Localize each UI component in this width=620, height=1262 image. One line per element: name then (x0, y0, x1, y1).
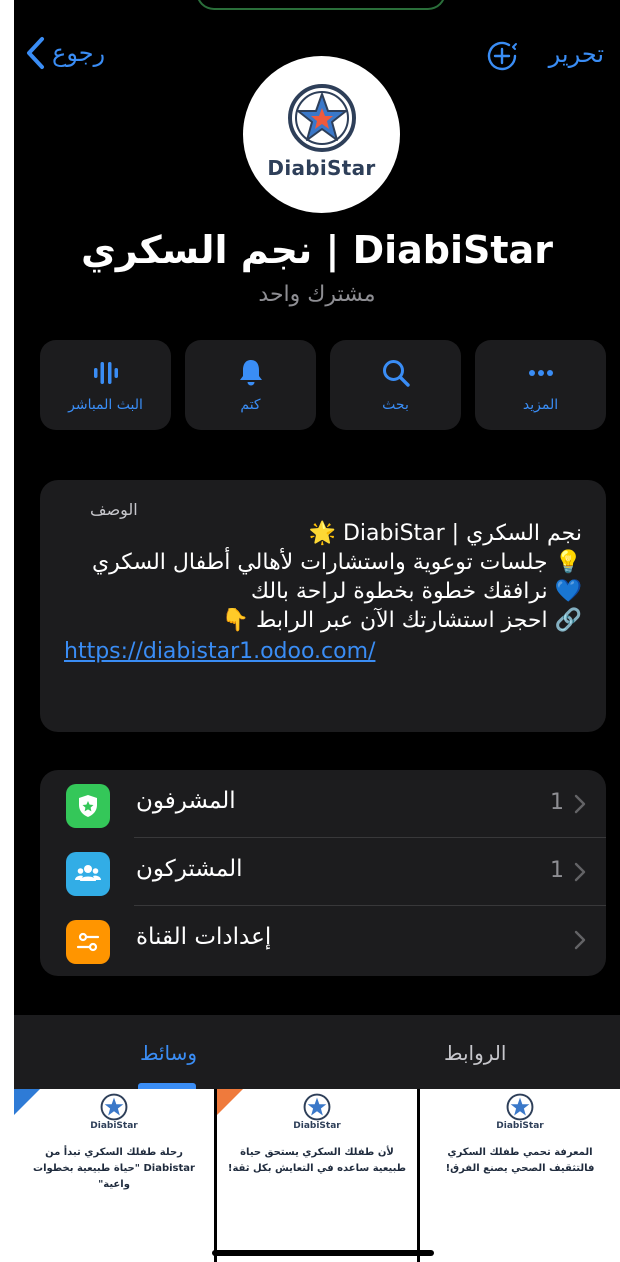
live-stream-label: البث المباشر (68, 397, 143, 413)
thumbnail-caption: المعرفة تحمي طفلك السكري فالتثقيف الصحي … (445, 1147, 595, 1174)
media-thumbnail[interactable]: DiabiStar المعرفة تحمي طفلك السكري فالتث… (420, 1089, 620, 1262)
description-card: الوصف نجم السكري | DiabiStar 🌟 💡 جلسات ت… (40, 480, 606, 732)
channel-title: نجم السكري | DiabiStar (81, 228, 553, 272)
admins-count: 1 (550, 790, 564, 815)
tab-media[interactable]: وسائط (140, 1041, 197, 1065)
search-button[interactable]: بحث (330, 340, 461, 430)
subscribers-count: 1 (550, 858, 564, 883)
chevron-right-icon (574, 930, 586, 950)
people-icon (66, 852, 110, 896)
subscribers-row[interactable]: المشتركون 1 (40, 838, 606, 906)
chevron-right-icon (574, 794, 586, 814)
description-label: الوصف (90, 500, 138, 519)
dynamic-island-indicator (196, 0, 446, 10)
subscriber-count: مشترك واحد (258, 282, 376, 307)
description-link[interactable]: https://diabistar1.odoo.com/ (64, 639, 582, 664)
more-label: المزيد (522, 397, 559, 413)
thumbnail-brand: DiabiStar (90, 1121, 138, 1131)
media-thumbnail[interactable]: DiabiStar رحلة طفلك السكري تبدأ من Diabi… (14, 1089, 214, 1262)
channel-settings-list: المشرفون 1 المشتركون 1 إعدادات القناة (40, 770, 606, 976)
tab-links[interactable]: الروابط (444, 1041, 506, 1065)
home-indicator (212, 1250, 434, 1256)
chevron-left-icon (27, 37, 44, 69)
thumbnail-brand: DiabiStar (293, 1121, 341, 1131)
app-screen: رجوع تحرير DiabiStar نجم السكري | DiabiS… (14, 0, 620, 1262)
mute-label: كتم (240, 397, 261, 413)
channel-settings-row[interactable]: إعدادات القناة (40, 906, 606, 974)
back-label: رجوع (52, 39, 106, 67)
channel-avatar[interactable]: DiabiStar (243, 56, 400, 213)
thumbnail-caption: رحلة طفلك السكري تبدأ من Diabistar "حياة… (33, 1147, 195, 1190)
description-line: 🔗 احجز استشارتك الآن عبر الرابط 👇 (221, 608, 582, 633)
search-label: بحث (382, 397, 409, 413)
star-logo-icon (287, 83, 356, 152)
corner-decoration (14, 1089, 40, 1115)
more-icon (528, 370, 553, 376)
thumbnail-brand: DiabiStar (496, 1121, 544, 1131)
sliders-icon (66, 920, 110, 964)
live-stream-button[interactable]: البث المباشر (40, 340, 171, 430)
media-tabs: وسائط الروابط (14, 1015, 620, 1089)
chevron-right-icon (574, 862, 586, 882)
back-button[interactable]: رجوع (24, 36, 105, 70)
admins-row[interactable]: المشرفون 1 (40, 770, 606, 838)
live-stream-icon (93, 362, 118, 384)
search-icon (382, 360, 410, 387)
thumbnail-caption: لأن طفلك السكري يستحق حياة طبيعية ساعده … (227, 1147, 407, 1174)
star-logo-icon (303, 1093, 331, 1121)
edit-button[interactable]: تحرير (549, 40, 604, 68)
corner-decoration (217, 1089, 243, 1115)
admins-label: المشرفون (136, 788, 236, 814)
description-line: نجم السكري | DiabiStar 🌟 (308, 521, 582, 546)
star-logo-icon (506, 1093, 534, 1121)
subscribers-label: المشتركون (136, 856, 243, 882)
star-logo-icon (100, 1093, 128, 1121)
add-member-icon[interactable] (484, 38, 520, 74)
more-button[interactable]: المزيد (475, 340, 606, 430)
bell-icon (239, 360, 262, 386)
mute-button[interactable]: كتم (185, 340, 316, 430)
logo-wordmark: DiabiStar (267, 155, 376, 180)
description-line: 💡 جلسات توعوية واستشارات لأهالي أطفال ال… (91, 550, 582, 575)
action-bar: البث المباشر كتم بحث المزيد (40, 340, 606, 430)
media-thumbnail[interactable]: DiabiStar لأن طفلك السكري يستحق حياة طبي… (217, 1089, 417, 1262)
channel-settings-label: إعدادات القناة (136, 924, 272, 950)
description-line: 💙 نرافقك خطوة بخطوة لراحة بالك (250, 579, 582, 604)
shield-icon (66, 784, 110, 828)
media-grid: DiabiStar رحلة طفلك السكري تبدأ من Diabi… (14, 1089, 620, 1262)
